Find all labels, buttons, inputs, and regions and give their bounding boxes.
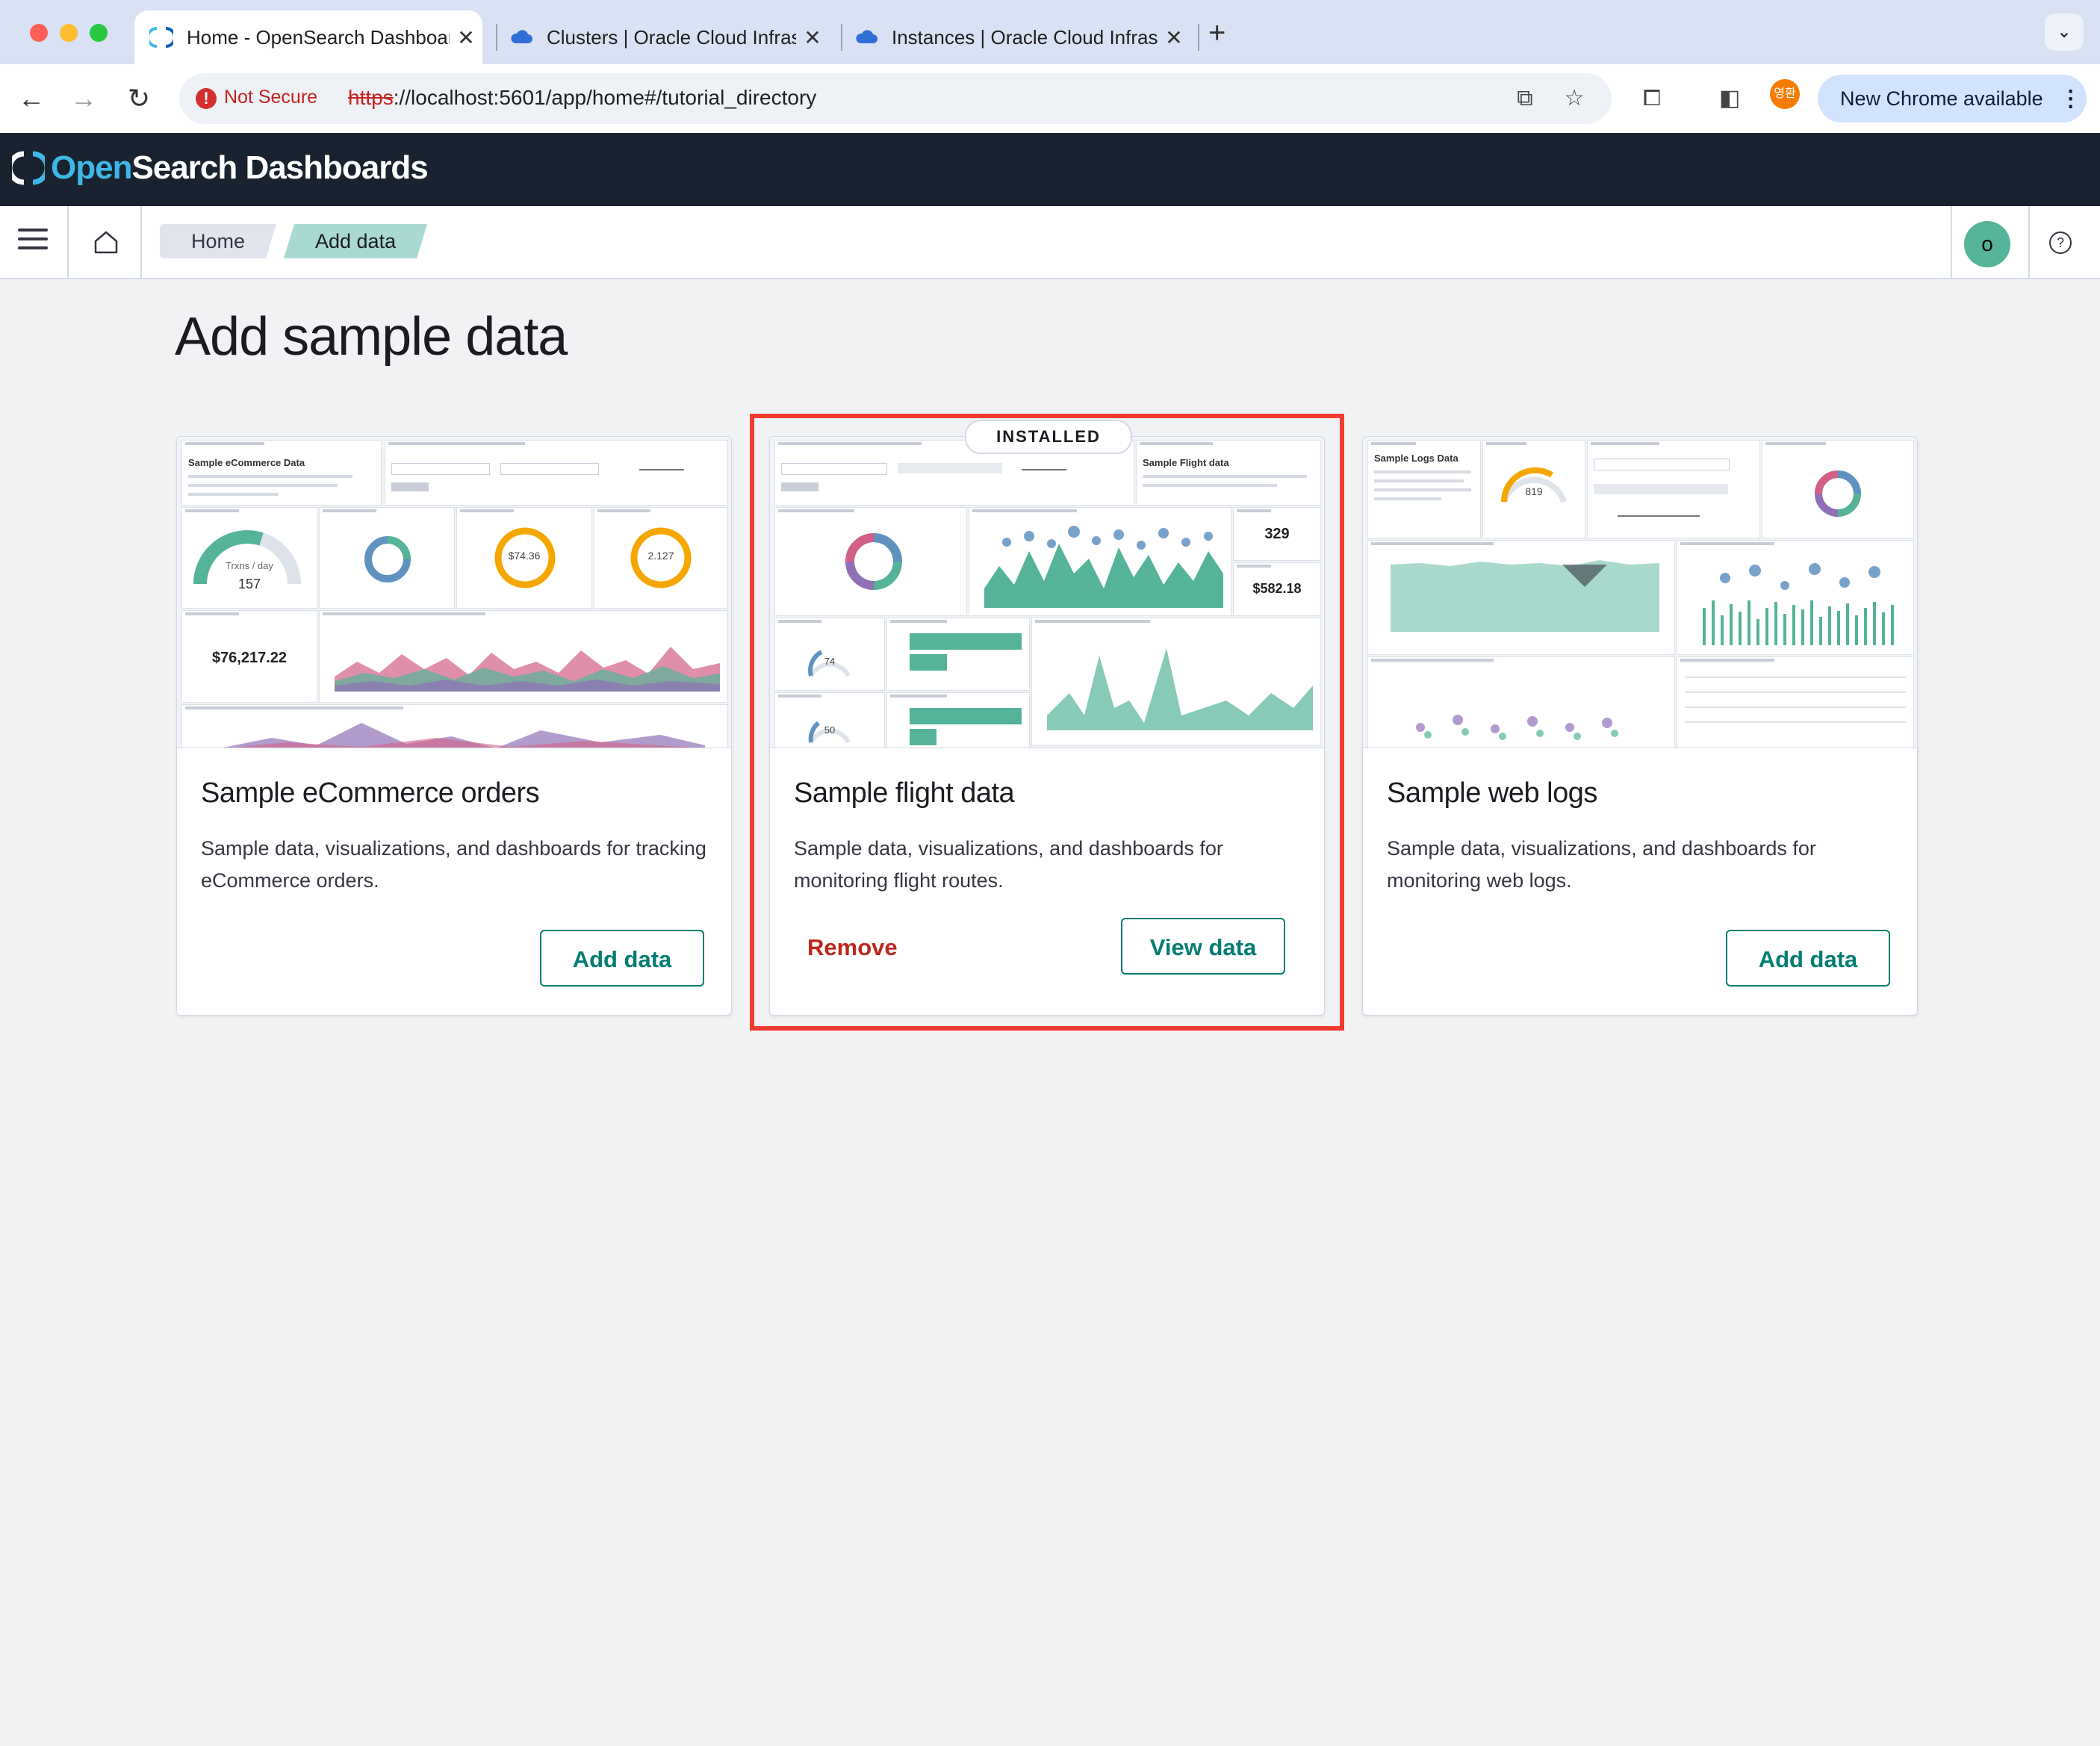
- tab-title: Clusters | Oracle Cloud Infrastructure: [547, 25, 796, 49]
- thumb-heading: Sample Logs Data: [1374, 453, 1458, 464]
- thumb-avg-ticket: $582.18: [1252, 581, 1302, 596]
- divider: [1951, 206, 1952, 278]
- side-panel-icon[interactable]: ◧: [1713, 82, 1746, 115]
- breadcrumb-home[interactable]: Home: [160, 224, 276, 258]
- url-text[interactable]: https://localhost:5601/app/home#/tutoria…: [348, 86, 816, 110]
- menu-hamburger-icon[interactable]: [18, 229, 48, 254]
- close-window-button[interactable]: [30, 24, 48, 42]
- tab-separator: [1198, 24, 1199, 51]
- browser-tab-opensearch[interactable]: Home - OpenSearch Dashboards ✕: [134, 10, 482, 64]
- installed-badge: INSTALLED: [965, 420, 1132, 454]
- breadcrumb-add-data: Add data: [284, 224, 427, 258]
- logo-open: Open: [51, 149, 132, 186]
- thumb-price: $74.36: [508, 550, 541, 562]
- page-title: Add sample data: [175, 307, 568, 367]
- cloud-icon: [856, 30, 877, 43]
- thumb-heading: Sample eCommerce Data: [188, 457, 305, 468]
- security-label[interactable]: Not Secure: [224, 87, 317, 108]
- translate-icon[interactable]: ⧉: [1512, 85, 1538, 112]
- profile-avatar[interactable]: 영환: [1770, 79, 1800, 109]
- help-icon[interactable]: ?: [2049, 232, 2072, 254]
- add-data-button[interactable]: Add data: [1726, 930, 1890, 987]
- card-title: Sample eCommerce orders: [201, 777, 540, 809]
- user-avatar[interactable]: o: [1964, 221, 2010, 267]
- logs-dashboard-thumbnail: Sample Logs Data 819: [1363, 437, 1917, 748]
- extensions-puzzle-icon[interactable]: ⧠: [1635, 82, 1668, 115]
- more-vert-icon[interactable]: ⋮: [2060, 86, 2082, 112]
- ecommerce-dashboard-thumbnail: Sample eCommerce Data Trxns / day 157 $7…: [177, 437, 731, 748]
- card-description: Sample data, visualizations, and dashboa…: [794, 837, 1223, 892]
- chrome-update-button[interactable]: New Chrome available ⋮: [1818, 75, 2087, 122]
- flight-dashboard-thumbnail: Sample Flight data 329 $582.18 74 50: [770, 437, 1324, 748]
- card-description: Sample data, visualizations, and dashboa…: [201, 837, 706, 892]
- thumb-delays: 74: [824, 656, 836, 667]
- close-tab-icon[interactable]: ✕: [796, 25, 829, 50]
- warning-icon: !: [196, 88, 217, 109]
- opensearch-logo[interactable]: Open Search Dashboards: [12, 149, 429, 187]
- thumb-revenue: $76,217.22: [211, 650, 288, 666]
- card-title: Sample web logs: [1387, 777, 1597, 809]
- app-header: Open Search Dashboards: [0, 133, 2100, 206]
- thumb-metric-label: Trxns / day: [226, 560, 273, 571]
- url-scheme: https: [348, 86, 394, 109]
- sample-ecommerce-card: Sample eCommerce Data Trxns / day 157 $7…: [176, 436, 732, 1016]
- sample-flight-card: Sample Flight data 329 $582.18 74 50 Sam…: [769, 436, 1325, 1016]
- divider: [140, 206, 142, 278]
- thumb-metric-value: 157: [237, 577, 261, 591]
- divider: [67, 206, 69, 278]
- card-description: Sample data, visualizations, and dashboa…: [1387, 837, 1816, 892]
- home-icon[interactable]: [91, 227, 121, 257]
- address-bar[interactable]: ! Not Secure https://localhost:5601/app/…: [179, 73, 1612, 124]
- new-tab-button[interactable]: +: [1208, 16, 1225, 49]
- thumb-total-flights: 329: [1264, 526, 1290, 542]
- cloud-icon: [511, 30, 532, 43]
- browser-tab-instances[interactable]: Instances | Oracle Cloud Infrastructure …: [839, 10, 1190, 64]
- back-arrow-icon[interactable]: ←: [12, 79, 51, 118]
- forward-arrow-icon[interactable]: →: [64, 79, 103, 118]
- opensearch-mark-icon: [12, 151, 45, 185]
- reload-icon[interactable]: ↻: [119, 79, 158, 118]
- tab-title: Home - OpenSearch Dashboards: [187, 25, 450, 49]
- thumb-heading: Sample Flight data: [1143, 457, 1229, 468]
- thumb-visitors: 819: [1525, 485, 1543, 497]
- chrome-update-label: New Chrome available: [1840, 87, 2043, 110]
- divider: [2028, 206, 2030, 278]
- breadcrumb-bar: Home Add data o ?: [0, 206, 2100, 279]
- browser-tab-strip: Home - OpenSearch Dashboards ✕ Clusters …: [0, 0, 2100, 64]
- thumb-cancellations: 50: [824, 724, 836, 736]
- bookmark-star-icon[interactable]: ☆: [1561, 85, 1588, 112]
- url-path: ://localhost:5601/app/home#/tutorial_dir…: [393, 86, 817, 109]
- close-tab-icon[interactable]: ✕: [450, 25, 482, 50]
- sample-web-logs-card: Sample Logs Data 819 Sample web logs Sam…: [1362, 436, 1918, 1016]
- logo-rest: Search Dashboards: [131, 149, 428, 186]
- thumb-qty: 2.127: [647, 550, 674, 562]
- browser-tab-clusters[interactable]: Clusters | Oracle Cloud Infrastructure ✕: [494, 10, 829, 64]
- card-title: Sample flight data: [794, 777, 1015, 809]
- add-data-button[interactable]: Add data: [540, 930, 704, 987]
- tab-title: Instances | Oracle Cloud Infrastructure: [892, 25, 1158, 49]
- maximize-window-button[interactable]: [90, 24, 108, 42]
- close-tab-icon[interactable]: ✕: [1158, 25, 1190, 50]
- remove-button[interactable]: Remove: [807, 934, 898, 961]
- opensearch-favicon-icon: [149, 27, 173, 48]
- tab-search-chevron-icon[interactable]: ⌄: [2045, 13, 2084, 51]
- minimize-window-button[interactable]: [60, 24, 78, 42]
- view-data-button[interactable]: View data: [1121, 918, 1285, 975]
